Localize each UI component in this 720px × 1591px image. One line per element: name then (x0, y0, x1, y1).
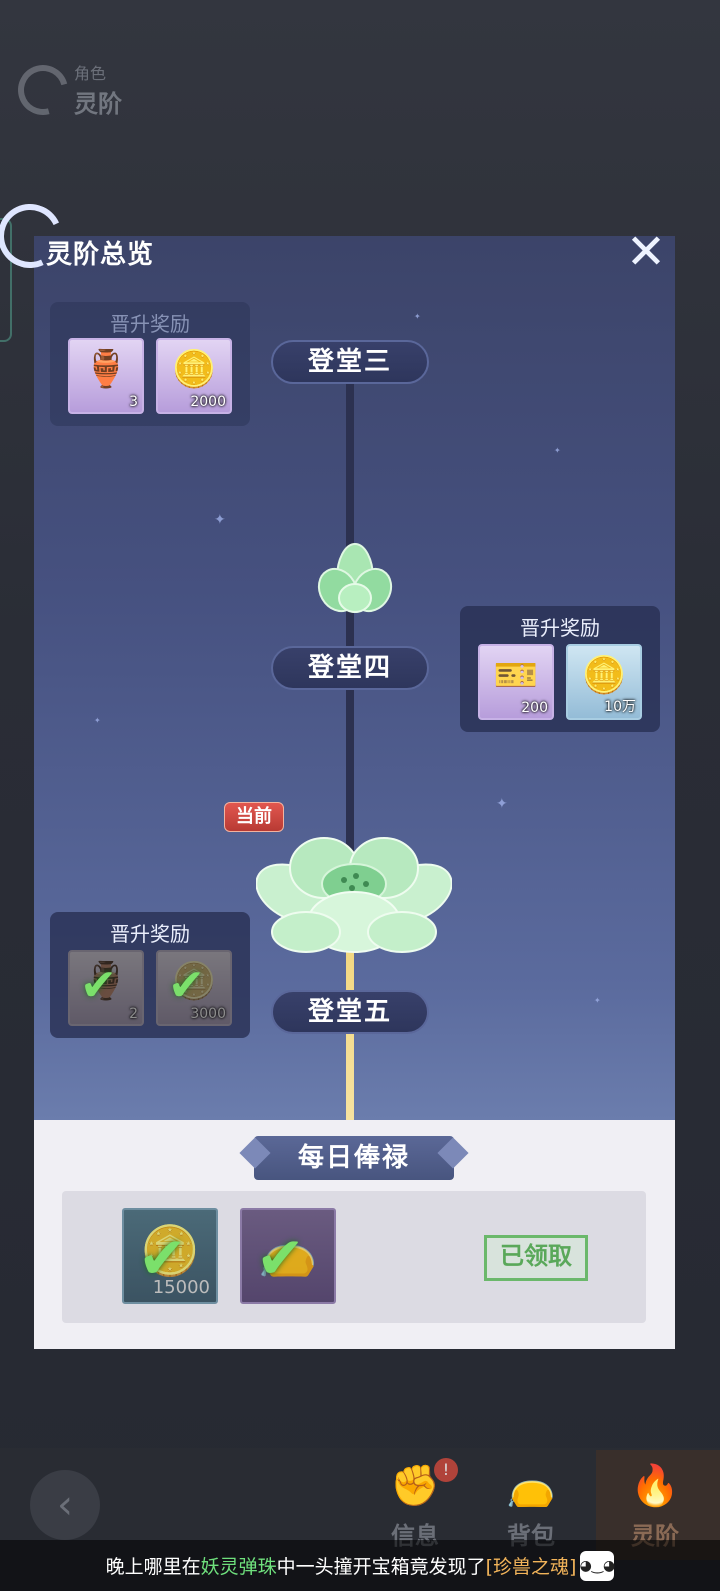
item-quantity: 2000 (190, 394, 226, 410)
lotus-bud-icon (317, 543, 393, 613)
moon-icon (8, 55, 78, 124)
star-icon: ✦ (414, 312, 421, 321)
close-icon: ✕ (625, 224, 667, 280)
panel-title: 灵阶总览 (46, 240, 155, 270)
item-quantity: 3 (129, 394, 138, 410)
ticker-text-2: 中一头撞开宝箱竟发现了 (276, 1556, 486, 1578)
panel-header: 灵阶总览 (0, 194, 675, 278)
star-icon: ✦ (554, 446, 561, 455)
close-button[interactable]: ✕ (622, 228, 670, 276)
daily-reward-item-1[interactable]: 🪙 15000 ✔ (122, 1208, 218, 1304)
alert-badge-icon: ! (434, 1458, 458, 1482)
back-button: ‹ (30, 1470, 100, 1540)
item-quantity: 10万 (604, 699, 636, 715)
stage-3-reward-title: 晋升奖励 (110, 312, 190, 336)
stage-3-label: 登堂三 (271, 340, 429, 384)
tier-overview-panel: ✦ ✦ ✦ ✦ ✦ ✦ ✦ 灵阶总览 ✕ 晋升奖励 🏺 3 🪙 2000 登堂三… (0, 194, 675, 1349)
star-icon: ✦ (496, 796, 508, 812)
background-title-big: 灵阶 (74, 90, 122, 118)
mascot-icon: ◕‿◕ (580, 1550, 615, 1581)
ticker-text-1: 晚上哪里在 (105, 1556, 201, 1578)
stage-4-label: 登堂四 (271, 646, 429, 690)
lotus-bloom-icon (256, 837, 452, 953)
gold-ingot-icon: 🪙 (171, 349, 217, 390)
checkmark-icon: ✔ (138, 1224, 187, 1292)
stage-3-reward-box: 晋升奖励 🏺 3 🪙 2000 (50, 302, 250, 426)
item-quantity: 2 (129, 1006, 138, 1022)
ticker-item-name: [珍兽之魂] (485, 1556, 577, 1578)
stage-3-reward-item-1[interactable]: 🏺 3 (68, 338, 144, 414)
daily-salary-box: 🪙 15000 ✔ 👝 ✔ 已领取 (62, 1191, 646, 1323)
back-arrow-icon: ‹ (57, 1482, 73, 1528)
daily-reward-item-2[interactable]: 👝 ✔ (240, 1208, 336, 1304)
nav-tier: 🔥 灵阶 (600, 1456, 710, 1550)
stage-4-reward-item-2[interactable]: 🪙 10万 (566, 644, 642, 720)
background-header: 角色 灵阶 (8, 55, 122, 124)
nav-bag: 👝 背包 (476, 1456, 586, 1550)
stage-5-reward-box: 晋升奖励 🏺 2 ✔ 🪙 3000 ✔ (50, 912, 250, 1038)
gourd-icon: 🏺 (83, 349, 129, 390)
checkmark-icon: ✔ (256, 1224, 305, 1292)
star-icon: ✦ (594, 996, 601, 1005)
star-icon: ✦ (94, 716, 101, 725)
background-title-small: 角色 (74, 64, 107, 83)
talisman-icon: 🎫 (493, 655, 539, 696)
daily-salary-section: 每日俸禄 🪙 15000 ✔ 👝 ✔ 已领取 (34, 1120, 675, 1349)
bag-icon: 👝 (506, 1463, 556, 1509)
stage-4-reward-item-1[interactable]: 🎫 200 (478, 644, 554, 720)
ticker-game-name: 妖灵弹珠 (200, 1556, 277, 1578)
flame-icon: 🔥 (630, 1463, 680, 1509)
item-quantity: 200 (521, 700, 548, 716)
daily-salary-title: 每日俸禄 (254, 1136, 454, 1180)
claimed-stamp: 已领取 (484, 1235, 588, 1281)
stage-5-label: 登堂五 (271, 990, 429, 1034)
checkmark-icon: ✔ (80, 960, 117, 1011)
copper-coin-icon: 🪙 (581, 655, 627, 696)
stage-4-reward-title: 晋升奖励 (520, 616, 600, 640)
stage-3-reward-item-2[interactable]: 🪙 2000 (156, 338, 232, 414)
checkmark-icon: ✔ (168, 960, 205, 1011)
stage-4-reward-box: 晋升奖励 🎫 200 🪙 10万 (460, 606, 660, 732)
announcement-ticker: 晚上哪里在 妖灵弹珠 中一头撞开宝箱竟发现了 [珍兽之魂] ◕‿◕ (0, 1540, 720, 1591)
stage-5-reward-title: 晋升奖励 (110, 922, 190, 946)
star-icon: ✦ (214, 512, 226, 528)
